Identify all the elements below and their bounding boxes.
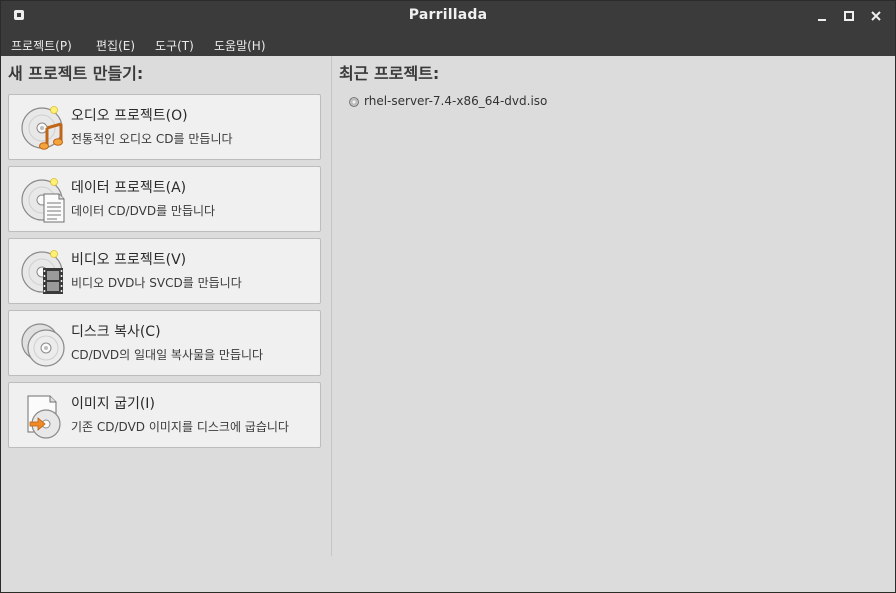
menu-tools[interactable]: 도구(T) [155, 37, 194, 54]
minimize-button[interactable] [813, 7, 831, 25]
maximize-button[interactable] [840, 7, 858, 25]
pane-divider[interactable] [331, 56, 332, 556]
video-project-label: 비디오 프로젝트(V) [71, 252, 187, 268]
disc-copy-desc: CD/DVD의 일대일 복사물을 만듭니다 [71, 348, 264, 362]
disc-copy-button[interactable]: 디스크 복사(C) CD/DVD의 일대일 복사물을 만듭니다 [8, 310, 321, 376]
data-disc-icon [21, 178, 65, 223]
data-project-desc: 데이터 CD/DVD를 만듭니다 [71, 204, 216, 218]
burn-image-button[interactable]: 이미지 굽기(I) 기존 CD/DVD 이미지를 디스크에 굽습니다 [8, 382, 321, 448]
close-icon [871, 11, 881, 21]
menu-bar: 프로젝트(P) 편집(E) 도구(T) 도움말(H) [1, 31, 895, 56]
menu-edit[interactable]: 편집(E) [96, 37, 135, 54]
recent-project-label: rhel-server-7.4-x86_64-dvd.iso [364, 94, 548, 108]
title-bar[interactable]: Parrillada [1, 1, 895, 31]
content-area: 새 프로젝트 만들기: 최근 프로젝트: 오디오 프로젝트(O) 전통적인 오디… [1, 56, 895, 592]
burn-image-icon [27, 395, 61, 439]
maximize-icon [844, 11, 854, 21]
video-project-button[interactable]: 비디오 프로젝트(V) 비디오 DVD나 SVCD를 만듭니다 [8, 238, 321, 304]
disc-copy-label: 디스크 복사(C) [71, 324, 161, 340]
minimize-icon [818, 19, 826, 21]
audio-project-label: 오디오 프로젝트(O) [71, 108, 188, 124]
audio-disc-icon [21, 106, 63, 150]
audio-project-desc: 전통적인 오디오 CD를 만듭니다 [71, 132, 233, 146]
close-button[interactable] [867, 7, 885, 25]
audio-project-button[interactable]: 오디오 프로젝트(O) 전통적인 오디오 CD를 만듭니다 [8, 94, 321, 160]
menu-help[interactable]: 도움말(H) [214, 37, 266, 54]
window-title: Parrillada [408, 7, 488, 23]
main-window: Parrillada 프로젝트(P) 편집(E) 도구(T) 도움말(H) 새 … [0, 0, 896, 593]
data-project-button[interactable]: 데이터 프로젝트(A) 데이터 CD/DVD를 만듭니다 [8, 166, 321, 232]
data-project-label: 데이터 프로젝트(A) [71, 180, 187, 196]
new-project-heading: 새 프로젝트 만들기: [8, 64, 144, 83]
disc-copy-icon [21, 323, 65, 367]
recent-projects-heading: 최근 프로젝트: [339, 64, 440, 83]
disc-image-icon [349, 97, 359, 107]
menu-project[interactable]: 프로젝트(P) [11, 37, 72, 54]
burn-image-desc: 기존 CD/DVD 이미지를 디스크에 굽습니다 [71, 420, 289, 434]
burn-image-label: 이미지 굽기(I) [71, 396, 155, 412]
video-project-desc: 비디오 DVD나 SVCD를 만듭니다 [71, 276, 242, 290]
video-disc-icon [21, 250, 63, 294]
